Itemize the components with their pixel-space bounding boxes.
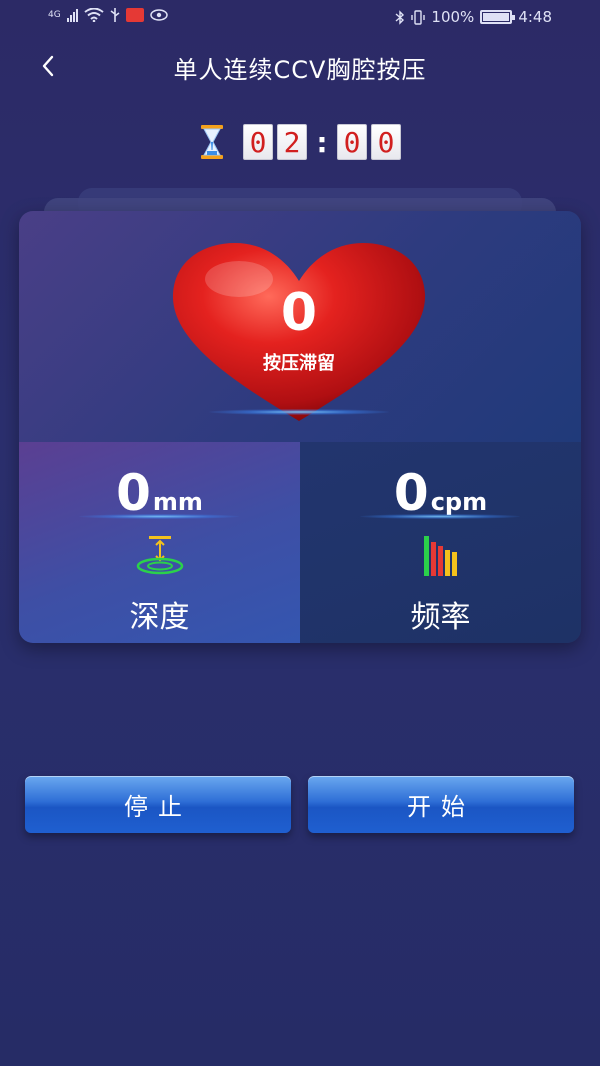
- network-type: 4G: [48, 10, 61, 20]
- usb-icon: [110, 8, 120, 22]
- heart-glow: [209, 409, 389, 415]
- compression-card: 0 按压滞留 0 mm 深度 0 cpm 频率: [19, 211, 581, 643]
- status-right: 100% 4:48: [395, 8, 552, 26]
- depth-gauge-icon: [136, 536, 183, 575]
- rate-label: 频率: [410, 600, 471, 635]
- hourglass-icon: [201, 125, 223, 159]
- signal-icon: [66, 8, 78, 22]
- eye-icon: [149, 9, 168, 21]
- depth-glow: [79, 514, 239, 519]
- depth-unit: mm: [152, 488, 203, 516]
- rate-glow: [360, 514, 520, 519]
- start-button[interactable]: 开始: [308, 776, 574, 833]
- vibrate-icon: [411, 9, 426, 25]
- timer-digit-minutes-ones: 2: [277, 124, 307, 160]
- clock: 4:48: [518, 8, 552, 26]
- compression-count: 0: [280, 283, 318, 343]
- status-left: 4G: [48, 8, 168, 22]
- app-notification-icon: [125, 8, 144, 22]
- rate-unit: cpm: [430, 488, 488, 516]
- battery-percent: 100%: [431, 8, 475, 26]
- bluetooth-icon: [395, 9, 405, 25]
- page-title: 单人连续CCV胸腔按压: [173, 56, 427, 84]
- compression-count-label: 按压滞留: [263, 353, 335, 374]
- timer-separator: :: [316, 125, 328, 159]
- bar-chart-icon: [423, 536, 457, 576]
- wifi-icon: [84, 8, 104, 22]
- timer-digit-seconds-tens: 0: [337, 124, 367, 160]
- status-bar: 4G 100% 4:48: [0, 0, 600, 36]
- compression-count-panel: 0 按压滞留: [19, 211, 581, 442]
- stop-button[interactable]: 停止: [25, 776, 291, 833]
- timer-digit-seconds-ones: 0: [371, 124, 401, 160]
- timer-digit-minutes-tens: 0: [243, 124, 273, 160]
- depth-panel: 0 mm 深度: [19, 442, 300, 643]
- depth-label: 深度: [129, 600, 190, 635]
- rate-panel: 0 cpm 频率: [300, 442, 581, 643]
- countdown-timer: 0 2 : 0 0: [0, 124, 600, 160]
- battery-icon: [480, 10, 516, 24]
